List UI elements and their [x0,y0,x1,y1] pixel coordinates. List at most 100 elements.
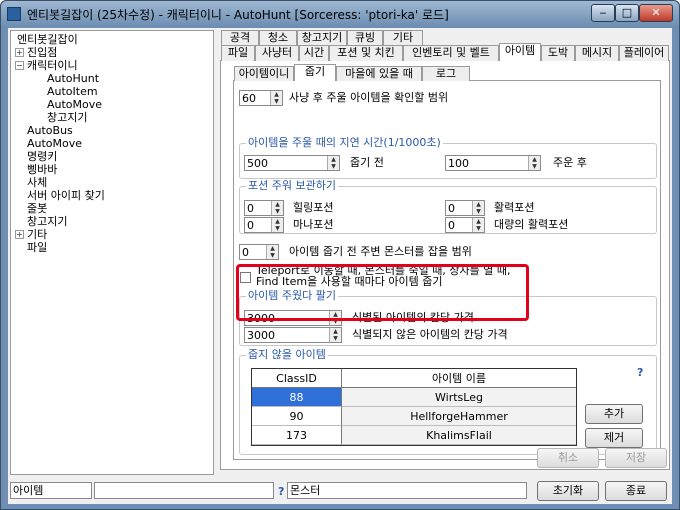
tree-item[interactable]: 서버 아이피 찾기 [27,189,105,202]
status-monster-field[interactable]: 몬스터 [287,482,527,499]
table-cell-classid[interactable]: 90 [252,407,342,426]
tab[interactable]: 파일 [221,45,255,61]
delay-before-label: 줍기 전 [350,156,384,169]
tree-item[interactable]: 엔티봇길잡이 [17,33,78,46]
cancel-button[interactable]: 취소 [537,448,599,468]
spinner-arrows-icon[interactable]: ▲ ▼ [472,201,484,215]
status-item-field[interactable]: 아이템 [10,482,92,499]
tree-item[interactable]: 삥바바 [27,163,57,176]
spinner-arrows-icon[interactable]: ▲ ▼ [327,156,339,170]
full-rejuv-potion-spinner[interactable]: 0 ▲ ▼ [445,217,485,233]
tab[interactable]: 아이템 [499,43,541,61]
tab[interactable]: 도박 [541,45,575,61]
column-header-classid[interactable]: ClassID [252,369,342,388]
tab[interactable]: 메시지 [575,45,619,61]
pickup-range-value: 60 [242,92,256,105]
tree-item[interactable]: AutoItem [47,85,98,98]
potion-group-title: 포션 주워 보관하기 [246,179,338,193]
close-button[interactable]: ✕ [639,4,673,22]
subtab[interactable]: 줍기 [294,64,336,81]
tree-item[interactable]: 창고지기 [27,215,67,228]
table-cell-classid[interactable]: 173 [252,426,342,445]
tab[interactable]: 포션 및 치킨 [329,45,403,61]
column-header-item-name[interactable]: 아이템 이름 [342,369,576,388]
spinner-arrows-icon[interactable]: ▲ ▼ [329,328,341,342]
delay-after-spinner[interactable]: 100 ▲ ▼ [445,155,541,171]
ignore-items-title: 줍지 않을 아이템 [246,348,328,362]
full-rejuv-potion-label: 대량의 활력포션 [494,218,569,231]
tab[interactable]: 인벤토리 및 벨트 [403,45,499,61]
tree-item[interactable]: 명령키 [27,150,57,163]
pickup-range-spinner[interactable]: 60 ▲ ▼ [239,90,283,106]
table-cell-item-name[interactable]: HellforgeHammer [342,407,576,426]
tree-item[interactable]: 파일 [27,241,47,254]
table-cell-classid[interactable]: 88 [252,388,342,407]
tree-item[interactable]: AutoHunt [47,72,99,85]
healing-potion-value: 0 [247,202,254,215]
monster-range-value: 0 [242,246,249,259]
tree-item[interactable]: 창고지기 [47,111,87,124]
exit-button[interactable]: 종료 [605,481,667,501]
maximize-button[interactable]: □ [615,4,639,22]
tab[interactable]: 플레이어 [619,45,669,61]
subtab[interactable]: 마을에 있을 때 [336,66,422,81]
tree-expander-icon[interactable]: − [15,61,24,70]
tree-item[interactable]: AutoMove [27,137,82,150]
delay-after-label: 주운 후 [553,156,587,169]
tree-item[interactable]: 줄봇 [27,202,47,215]
tree-item[interactable]: 캐릭터이니 [27,59,78,72]
subtab[interactable]: 로그 [422,66,470,81]
save-button[interactable]: 저장 [605,448,667,468]
unidentified-price-spinner[interactable]: 3000 ▲ ▼ [244,327,342,343]
tree-item[interactable]: AutoMove [47,98,102,111]
delay-before-value: 500 [247,157,268,170]
status-bar: 아이템 ? 몬스터 초기화 종료 [8,479,672,503]
table-cell-item-name[interactable]: KhalimsFlail [342,426,576,445]
spinner-arrows-icon[interactable]: ▲ ▼ [528,156,540,170]
delay-after-value: 100 [448,157,469,170]
client-area: 엔티봇길잡이 + 진입점 − 캐릭터이니 AutoHunt AutoItem AutoMove… [8,28,672,504]
tree-item[interactable]: AutoBus [27,124,73,137]
tab[interactable]: 기타 [383,30,423,46]
tab[interactable]: 큐빙 [347,30,383,46]
minimize-button[interactable]: ‒ [591,4,615,22]
tree-item[interactable]: 사체 [27,176,47,189]
ignore-items-table[interactable]: ClassID 아이템 이름 88 WirtsLeg 90 HellforgeHamm… [251,368,577,446]
remove-item-button[interactable]: 제거 [585,428,643,448]
monster-range-spinner[interactable]: 0 ▲ ▼ [239,244,279,260]
pickup-range-label: 사냥 후 주울 아이템을 확인할 범위 [289,91,449,104]
tree-item[interactable]: 기타 [27,228,47,241]
title-bar[interactable]: 엔티봇길잡이 (25차수정) - 캐릭터이니 - AutoHunt [Sorce… [1,1,679,27]
tab[interactable]: 창고지기 [297,30,347,46]
spinner-arrows-icon[interactable]: ▲ ▼ [271,201,283,215]
help-icon[interactable]: ? [637,366,643,379]
delay-before-spinner[interactable]: 500 ▲ ▼ [244,155,340,171]
tree-expander-icon[interactable]: + [15,48,24,57]
table-cell-item-name[interactable]: WirtsLeg [342,388,576,407]
tab[interactable]: 시간 [299,45,329,61]
status-blank-field [94,482,274,499]
subtab[interactable]: 아이템이니 [234,66,294,81]
tree-item[interactable]: 진입점 [27,46,57,59]
unidentified-price-label: 식별되지 않은 아이템의 칸당 가격 [352,328,508,341]
mana-potion-spinner[interactable]: 0 ▲ ▼ [244,217,284,233]
healing-potion-spinner[interactable]: 0 ▲ ▼ [244,200,284,216]
healing-potion-label: 힐링포션 [293,201,334,214]
tab[interactable]: 청소 [259,30,297,46]
add-item-button[interactable]: 추가 [585,404,643,424]
spinner-arrows-icon[interactable]: ▲ ▼ [472,218,484,232]
mana-potion-value: 0 [247,219,254,232]
rejuv-potion-spinner[interactable]: 0 ▲ ▼ [445,200,485,216]
spinner-arrows-icon[interactable]: ▲ ▼ [271,218,283,232]
settings-tree[interactable]: 엔티봇길잡이 + 진입점 − 캐릭터이니 AutoHunt AutoItem AutoMove… [10,30,214,475]
rejuv-potion-label: 활력포션 [494,201,535,214]
spinner-arrows-icon[interactable]: ▲ ▼ [270,91,282,105]
status-help-icon[interactable]: ? [278,485,284,498]
spinner-arrows-icon[interactable]: ▲ ▼ [266,245,278,259]
rejuv-potion-value: 0 [448,202,455,215]
application-window: 엔티봇길잡이 (25차수정) - 캐릭터이니 - AutoHunt [Sorce… [0,0,680,510]
tree-expander-icon[interactable]: + [15,230,24,239]
tab[interactable]: 사냥터 [255,45,299,61]
reset-button[interactable]: 초기화 [537,481,599,501]
tab[interactable]: 공격 [221,30,259,46]
